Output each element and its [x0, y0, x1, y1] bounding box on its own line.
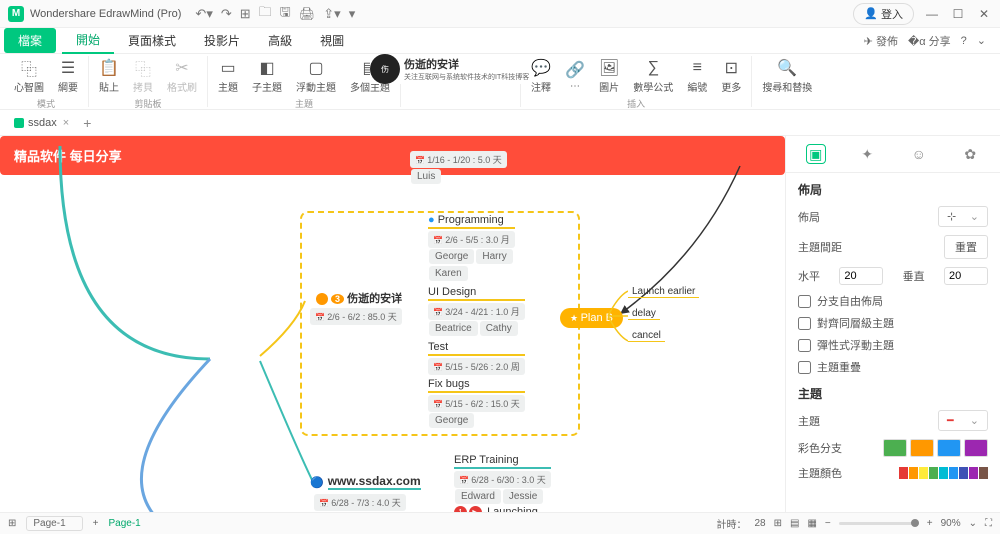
branch-date: 2/6 - 6/2 : 85.0 天	[310, 308, 402, 325]
status-bar: ⊞ Page-1 + Page-1 計時：28 ⊞ ▤ ▦ − + 90% ⌄ …	[0, 512, 1000, 534]
zoom-out-button[interactable]: −	[825, 518, 831, 529]
sidebar-tab-icons[interactable]: ☺	[909, 144, 929, 164]
add-tab-button[interactable]: +	[83, 115, 91, 131]
topic-button[interactable]: ▭主題	[212, 56, 244, 96]
more-insert-button[interactable]: ⊡更多	[715, 56, 747, 96]
collapse-ribbon-icon[interactable]: ⌄	[977, 34, 986, 47]
maximize-button[interactable]: ☐	[950, 7, 966, 21]
subtopic-button[interactable]: ◧子主題	[246, 56, 288, 96]
new-icon[interactable]: ⊞	[240, 6, 251, 22]
menu-start[interactable]: 開始	[62, 27, 114, 54]
page-label[interactable]: Page-1	[108, 518, 140, 529]
fullscreen-icon[interactable]: ⛶	[985, 518, 992, 529]
open-icon[interactable]: 🗀	[259, 3, 272, 25]
topic-fix-bugs[interactable]: Fix bugs 5/15 - 6/2 : 15.0 天 George	[428, 378, 525, 429]
zoom-slider[interactable]	[839, 522, 919, 525]
theme-color-palette[interactable]	[899, 467, 988, 479]
menu-advanced[interactable]: 高級	[254, 28, 306, 53]
document-tabs: ssdax× +	[0, 110, 1000, 136]
menu-page-style[interactable]: 頁面樣式	[114, 28, 190, 53]
app-icon: M	[8, 6, 24, 22]
page-selector[interactable]: Page-1	[26, 516, 82, 531]
note-button[interactable]: 💬注釋	[525, 56, 557, 96]
document-tab[interactable]: ssdax×	[8, 115, 75, 131]
topic-launching[interactable]: 1▶ Launching	[454, 506, 538, 512]
workspace: 1/16 - 1/20 : 5.0 天 Luis 精品软件 每日分享 3 伤逝的…	[0, 136, 1000, 512]
menu-file[interactable]: 檔案	[4, 28, 56, 53]
topic-programming[interactable]: ● Programming 2/6 - 5/5 : 3.0 月 GeorgeHa…	[428, 214, 515, 282]
qat-more-icon[interactable]: ▾	[349, 6, 356, 22]
close-tab-icon[interactable]: ×	[63, 117, 69, 129]
watermark-logo: 伤 伤逝的安详关注互联网与系统软件技术的IT科技博客	[370, 54, 529, 84]
colorful-branch-options[interactable]	[883, 439, 988, 457]
sidebar-tab-style[interactable]: ✦	[857, 144, 877, 164]
reset-spacing-button[interactable]: 重置	[944, 235, 988, 259]
view-outline-icon[interactable]: ▤	[790, 518, 799, 529]
page-list-icon[interactable]: ⊞	[8, 518, 16, 529]
topic-top[interactable]: 1/16 - 1/20 : 5.0 天 Luis	[410, 151, 507, 185]
quick-access-toolbar: ↶▾ ↷ ⊞ 🗀 🖫 🖨 ⇪▾ ▾	[195, 3, 355, 25]
add-page-button[interactable]: +	[93, 518, 99, 529]
save-icon[interactable]: 🖫	[280, 3, 291, 25]
layout-selector[interactable]: ⊹	[938, 206, 988, 227]
overlap-checkbox[interactable]: 主題重疊	[798, 359, 988, 375]
topic-launch-earlier[interactable]: Launch earlier	[628, 286, 699, 298]
topic-test[interactable]: Test 5/15 - 5/26 : 2.0 周	[428, 341, 525, 375]
float-topic-button[interactable]: ▢浮動主題	[290, 56, 342, 96]
find-replace-button[interactable]: 🔍搜尋和替換	[756, 56, 818, 96]
print-icon[interactable]: 🖨	[299, 6, 316, 22]
vertical-spacing-input[interactable]	[944, 267, 988, 285]
topic-erp[interactable]: ERP Training 6/28 - 6/30 : 3.0 天 EdwardJ…	[454, 454, 551, 505]
attachment-button[interactable]: 🔗⋯	[559, 56, 591, 96]
sidebar-tab-clipart[interactable]: ✿	[960, 144, 980, 164]
share-button[interactable]: �α 分享	[908, 33, 951, 49]
image-button[interactable]: 🖼圖片	[593, 56, 625, 96]
undo-icon[interactable]: ↶▾	[195, 6, 212, 22]
mindmap-view-button[interactable]: ⿻心智圖	[8, 56, 50, 96]
topic-plan-b[interactable]: Plan B	[560, 308, 623, 328]
numbering-button[interactable]: ≡編號	[681, 56, 713, 96]
menu-slides[interactable]: 投影片	[190, 28, 254, 53]
right-sidebar: ▣ ✦ ☺ ✿ 佈局 佈局⊹ 主題間距重置 水平 垂直 分支自由佈局 對齊同層級…	[785, 136, 1000, 512]
horizontal-spacing-input[interactable]	[839, 267, 883, 285]
topic-ssdax[interactable]: www.ssdax.com	[310, 474, 421, 490]
export-icon[interactable]: ⇪▾	[323, 6, 340, 22]
title-bar: M Wondershare EdrawMind (Pro) ↶▾ ↷ ⊞ 🗀 🖫…	[0, 0, 1000, 28]
math-button[interactable]: ∑數學公式	[627, 56, 679, 96]
app-title: Wondershare EdrawMind (Pro)	[30, 8, 181, 20]
doc-icon	[14, 118, 24, 128]
topic-cancel[interactable]: cancel	[628, 330, 665, 342]
paste-button[interactable]: 📋貼上	[93, 56, 125, 96]
login-button[interactable]: 👤 登入	[853, 3, 914, 25]
close-button[interactable]: ✕	[976, 7, 992, 21]
help-icon[interactable]: ?	[961, 35, 967, 47]
outline-view-button[interactable]: ☰綱要	[52, 56, 84, 96]
zoom-level[interactable]: 90%	[941, 518, 961, 529]
elastic-float-checkbox[interactable]: 彈性式浮動主題	[798, 337, 988, 353]
theme-selector[interactable]: ━	[938, 410, 988, 431]
redo-icon[interactable]: ↷	[221, 6, 232, 22]
view-grid-icon[interactable]: ⊞	[774, 518, 782, 529]
free-layout-checkbox[interactable]: 分支自由佈局	[798, 293, 988, 309]
copy-button[interactable]: ⿻拷貝	[127, 56, 159, 96]
zoom-in-button[interactable]: +	[927, 518, 933, 529]
zoom-dropdown-icon[interactable]: ⌄	[969, 518, 977, 529]
format-brush-button[interactable]: ✂格式刷	[161, 56, 203, 96]
menu-bar: 檔案 開始 頁面樣式 投影片 高級 視圖 ✈ 發佈 �α 分享 ? ⌄	[0, 28, 1000, 54]
menu-view[interactable]: 視圖	[306, 28, 358, 53]
sidebar-tab-layout[interactable]: ▣	[806, 144, 826, 164]
view-compact-icon[interactable]: ▦	[807, 518, 816, 529]
topic-delay[interactable]: delay	[628, 308, 660, 320]
branch-title[interactable]: 3 伤逝的安详	[312, 288, 406, 308]
minimize-button[interactable]: —	[924, 7, 940, 21]
align-siblings-checkbox[interactable]: 對齊同層級主題	[798, 315, 988, 331]
canvas[interactable]: 1/16 - 1/20 : 5.0 天 Luis 精品软件 每日分享 3 伤逝的…	[0, 136, 785, 512]
publish-button[interactable]: ✈ 發佈	[864, 33, 898, 49]
ssdax-date: 6/28 - 7/3 : 4.0 天	[314, 494, 406, 511]
topic-ui-design[interactable]: UI Design 3/24 - 4/21 : 1.0 月 BeatriceCa…	[428, 286, 525, 337]
central-topic[interactable]: 精品软件 每日分享	[0, 136, 785, 175]
